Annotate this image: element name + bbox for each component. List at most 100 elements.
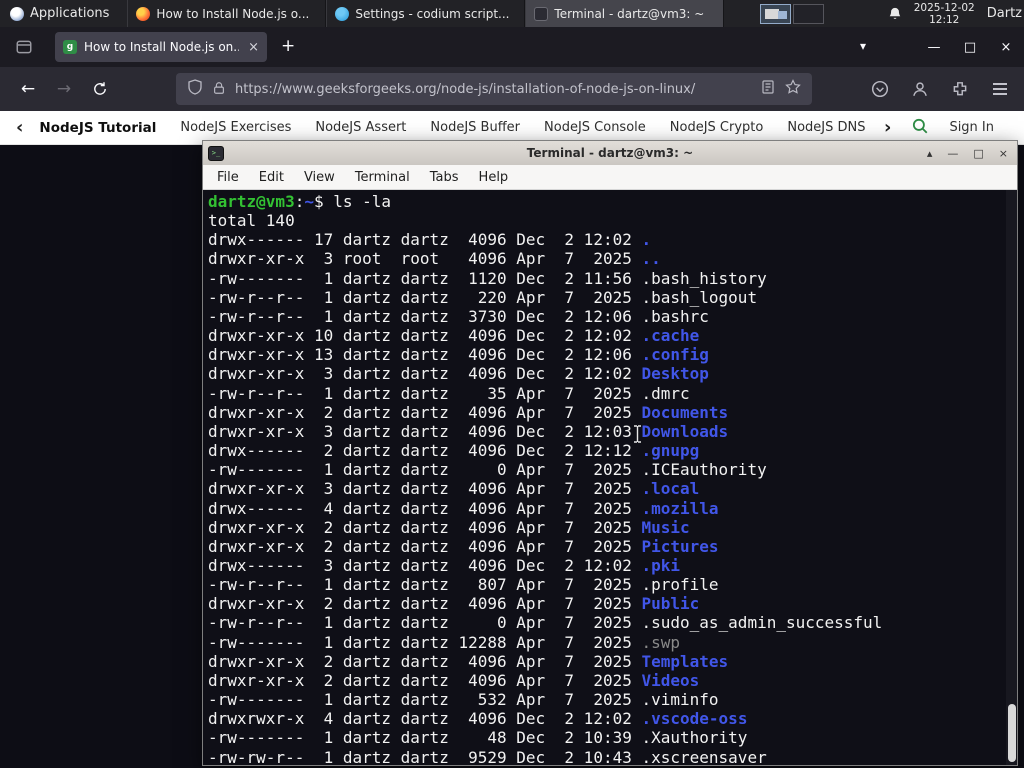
- nav-item-tutorial[interactable]: NodeJS Tutorial: [39, 120, 156, 136]
- firefox-view-icon[interactable]: [14, 37, 34, 57]
- terminal-line: -rw------- 1 dartz dartz 48 Dec 2 10:39 …: [208, 728, 748, 748]
- sign-in-button[interactable]: Sign In: [949, 120, 994, 135]
- nav-scroll-right-icon[interactable]: ›: [884, 117, 891, 138]
- terminal-scrollbar-thumb[interactable]: [1008, 704, 1016, 762]
- menu-tabs[interactable]: Tabs: [420, 170, 469, 185]
- search-icon[interactable]: [911, 117, 929, 139]
- terminal-line: drwx------ 3 dartz dartz 4096 Dec 2 12:0…: [208, 555, 681, 575]
- terminal-output: dartz@vm3:~$ ls -la total 140 drwx------ 1…: [208, 192, 1003, 765]
- workspace-switcher: [760, 3, 825, 24]
- notifications-bell-icon[interactable]: [888, 7, 902, 21]
- tab-title: How to Install Node.js on...: [84, 40, 240, 54]
- terminal-window: Terminal - dartz@vm3: ~ >_ ▴ — □ × File …: [202, 140, 1018, 766]
- browser-close-button[interactable]: ×: [988, 40, 1024, 55]
- terminal-line: drwxr-xr-x 3 dartz dartz 4096 Apr 7 2025…: [208, 479, 700, 499]
- terminal-line: dartz@vm3:~$ ls -la: [208, 192, 392, 211]
- terminal-line: -rw-r--r-- 1 dartz dartz 35 Apr 7 2025 .…: [208, 383, 690, 403]
- terminal-line: -rw------- 1 dartz dartz 532 Apr 7 2025 …: [208, 690, 719, 710]
- browser-toolbar: ← → https://www.geeksforgeeks.org/node-j…: [0, 67, 1024, 111]
- terminal-line: drwxrwxr-x 4 dartz dartz 4096 Dec 2 12:0…: [208, 709, 748, 729]
- list-all-tabs-icon[interactable]: ▾: [860, 39, 866, 53]
- terminal-line: drwxr-xr-x 2 dartz dartz 4096 Apr 7 2025…: [208, 402, 729, 422]
- terminal-line: -rw------- 1 dartz dartz 1120 Dec 2 11:5…: [208, 268, 767, 288]
- site-favicon: g: [63, 40, 77, 54]
- browser-maximize-button[interactable]: □: [952, 40, 988, 55]
- nav-item-exercises[interactable]: NodeJS Exercises: [180, 120, 291, 136]
- terminal-line: drwxr-xr-x 3 dartz dartz 4096 Dec 2 12:0…: [208, 421, 729, 441]
- task-title: Settings - codium script...: [355, 6, 510, 21]
- mouse-ibeam-cursor: [632, 425, 643, 447]
- clock-time: 12:12: [929, 13, 960, 26]
- terminal-close-button[interactable]: ×: [999, 147, 1008, 160]
- extensions-icon[interactable]: [944, 73, 976, 105]
- window-task-list: How to Install Node.js o... Settings - c…: [127, 0, 725, 27]
- workspace-mini-window: [778, 10, 788, 19]
- clock[interactable]: 2025-12-02 12:12: [914, 2, 975, 26]
- terminal-line: drwx------ 4 dartz dartz 4096 Apr 7 2025…: [208, 498, 719, 518]
- terminal-screen[interactable]: dartz@vm3:~$ ls -la total 140 drwx------ 1…: [203, 190, 1017, 765]
- terminal-maximize-button[interactable]: □: [973, 147, 983, 160]
- task-title: How to Install Node.js o...: [156, 6, 310, 21]
- terminal-minimize-button[interactable]: —: [947, 147, 958, 160]
- applications-icon: [10, 6, 24, 21]
- lock-icon[interactable]: [212, 80, 226, 99]
- codium-icon: [335, 6, 350, 21]
- pocket-icon[interactable]: [864, 73, 896, 105]
- terminal-shade-button[interactable]: ▴: [927, 147, 933, 160]
- terminal-line: drwxr-xr-x 2 dartz dartz 4096 Apr 7 2025…: [208, 651, 729, 671]
- nav-item-dns[interactable]: NodeJS DNS: [787, 120, 865, 136]
- tab-close-icon[interactable]: ×: [246, 40, 259, 55]
- menu-file[interactable]: File: [207, 170, 249, 185]
- terminal-line: drwxr-xr-x 2 dartz dartz 4096 Apr 7 2025…: [208, 594, 700, 614]
- new-tab-button[interactable]: +: [281, 36, 295, 56]
- reload-button[interactable]: [84, 73, 116, 105]
- firefox-icon: [136, 6, 151, 21]
- browser-tab-active[interactable]: g How to Install Node.js on... ×: [55, 32, 267, 62]
- terminal-line: -rw-r--r-- 1 dartz dartz 3730 Dec 2 12:0…: [208, 306, 709, 326]
- user-menu[interactable]: Dartz: [987, 6, 1022, 21]
- menu-edit[interactable]: Edit: [249, 170, 294, 185]
- nav-item-console[interactable]: NodeJS Console: [544, 120, 646, 136]
- nav-item-crypto[interactable]: NodeJS Crypto: [670, 120, 764, 136]
- back-button[interactable]: ←: [12, 73, 44, 105]
- browser-minimize-button[interactable]: —: [916, 40, 952, 55]
- task-title: Terminal - dartz@vm3: ~: [554, 6, 705, 21]
- terminal-line: -rw-r--r-- 1 dartz dartz 220 Apr 7 2025 …: [208, 287, 758, 307]
- forward-button[interactable]: →: [48, 73, 80, 105]
- workspace-mini-window: [765, 8, 780, 19]
- menu-icon[interactable]: [984, 73, 1016, 105]
- terminal-app-icon: >_: [208, 145, 224, 161]
- account-icon[interactable]: [904, 73, 936, 105]
- terminal-scrollbar[interactable]: [1006, 190, 1017, 765]
- nav-item-assert[interactable]: NodeJS Assert: [315, 120, 406, 136]
- workspace-1[interactable]: [760, 3, 792, 24]
- reader-view-icon[interactable]: [760, 79, 776, 99]
- nav-item-buffer[interactable]: NodeJS Buffer: [430, 120, 520, 136]
- applications-menu-button[interactable]: Applications: [0, 0, 119, 27]
- taskbar-item-codium[interactable]: Settings - codium script...: [326, 0, 526, 27]
- terminal-line: -rw-rw-r-- 1 dartz dartz 9529 Dec 2 10:4…: [208, 747, 767, 765]
- terminal-window-title: Terminal - dartz@vm3: ~: [526, 146, 694, 160]
- url-bar[interactable]: https://www.geeksforgeeks.org/node-js/in…: [176, 73, 812, 105]
- clock-date: 2025-12-02: [913, 1, 975, 14]
- nav-scroll-left-icon[interactable]: ‹: [16, 117, 23, 138]
- top-panel: Applications How to Install Node.js o...…: [0, 0, 1024, 27]
- terminal-menubar: File Edit View Terminal Tabs Help: [203, 165, 1017, 190]
- taskbar-item-browser[interactable]: How to Install Node.js o...: [127, 0, 327, 27]
- taskbar-item-terminal[interactable]: Terminal - dartz@vm3: ~: [525, 0, 725, 27]
- menu-terminal[interactable]: Terminal: [345, 170, 420, 185]
- browser-window-controls: — □ ×: [916, 27, 1024, 67]
- terminal-window-controls: ▴ — □ ×: [927, 147, 1017, 160]
- menu-help[interactable]: Help: [469, 170, 519, 185]
- url-text[interactable]: https://www.geeksforgeeks.org/node-js/in…: [235, 82, 751, 97]
- workspace-2[interactable]: [793, 3, 825, 24]
- terminal-line: drwxr-xr-x 2 dartz dartz 4096 Apr 7 2025…: [208, 517, 690, 537]
- bookmark-star-icon[interactable]: [785, 79, 801, 99]
- terminal-line: drwxr-xr-x 3 dartz dartz 4096 Dec 2 12:0…: [208, 364, 709, 384]
- tracking-shield-icon[interactable]: [187, 79, 203, 99]
- terminal-line: drwxr-xr-x 3 root root 4096 Apr 7 2025 .…: [208, 249, 661, 269]
- menu-view[interactable]: View: [294, 170, 345, 185]
- browser-tab-bar: g How to Install Node.js on... × + ▾ — □…: [0, 27, 1024, 67]
- terminal-titlebar[interactable]: Terminal - dartz@vm3: ~ >_ ▴ — □ ×: [203, 141, 1017, 165]
- desktop: Applications How to Install Node.js o...…: [0, 0, 1024, 768]
